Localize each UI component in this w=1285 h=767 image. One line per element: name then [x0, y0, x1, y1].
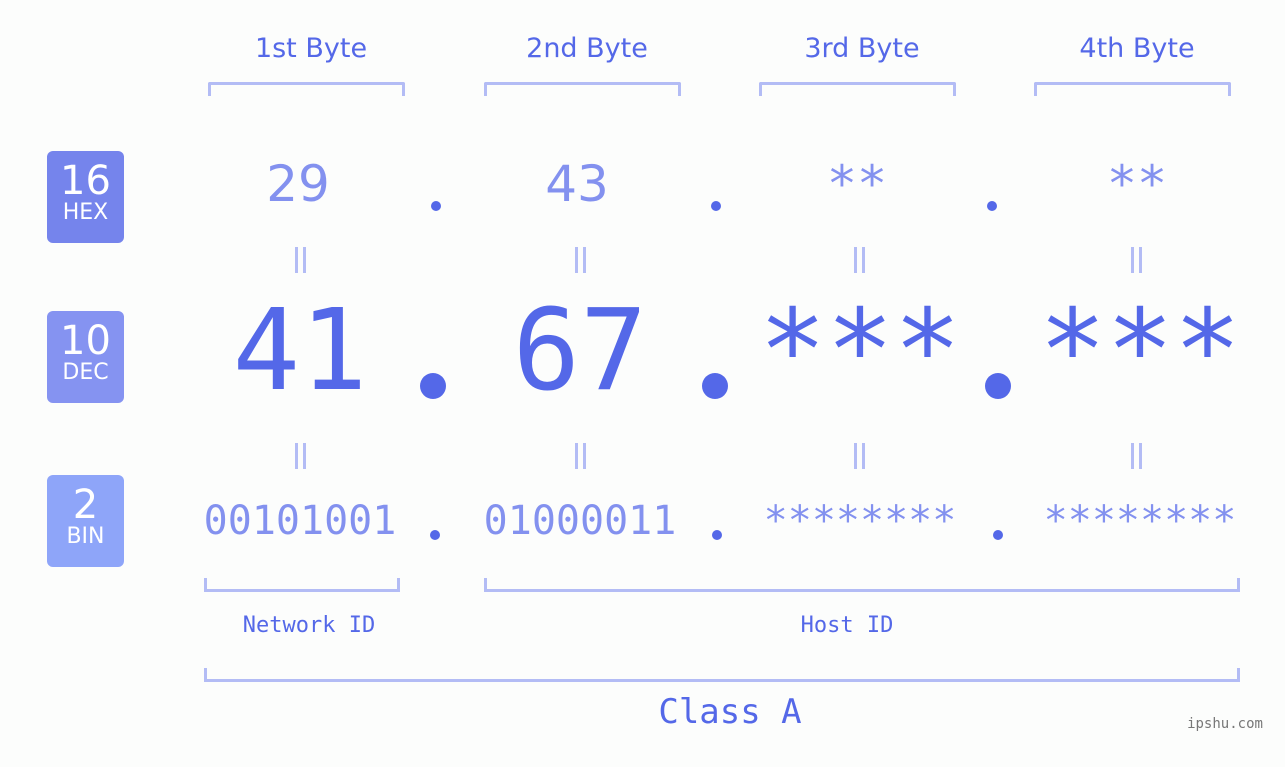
class-bracket: [204, 668, 1240, 682]
bin-value-3: ********: [763, 498, 957, 544]
hex-dot-2: [711, 201, 721, 211]
hex-value-1: 29: [266, 155, 330, 213]
watermark: ipshu.com: [1187, 716, 1263, 732]
hex-dot-1: [431, 201, 441, 211]
equals-icon: [852, 247, 866, 273]
hex-base: 16: [60, 158, 111, 204]
dec-base: 10: [60, 318, 111, 364]
hex-label: HEX: [62, 200, 109, 225]
dec-badge: 10 DEC: [47, 311, 124, 403]
hex-value-3: **: [826, 155, 888, 213]
bin-dot-3: [993, 530, 1003, 540]
dec-value-4: ***: [1038, 286, 1242, 416]
byte-header-3: 3rd Byte: [804, 33, 920, 64]
equals-icon: [1129, 443, 1143, 469]
hex-value-4: **: [1106, 155, 1168, 213]
equals-icon: [293, 443, 307, 469]
bin-badge: 2 BIN: [47, 475, 124, 567]
dec-value-1: 41: [232, 286, 368, 416]
dec-value-2: 67: [512, 286, 648, 416]
dec-label: DEC: [62, 360, 109, 385]
hex-badge: 16 HEX: [47, 151, 124, 243]
byte-header-4: 4th Byte: [1079, 33, 1195, 64]
bin-base: 2: [72, 482, 99, 528]
dec-dot-1: [420, 373, 446, 399]
byte-bracket-2: [484, 82, 681, 96]
byte-header-1: 1st Byte: [254, 33, 368, 64]
host-id-label: Host ID: [800, 613, 894, 638]
dec-dot-3: [985, 373, 1011, 399]
bin-label: BIN: [66, 524, 105, 549]
dec-dot-2: [702, 373, 728, 399]
bin-value-1: 00101001: [203, 498, 397, 544]
byte-bracket-1: [208, 82, 405, 96]
network-id-bracket: [204, 578, 400, 592]
bin-value-2: 01000011: [483, 498, 677, 544]
hex-dot-3: [987, 201, 997, 211]
network-id-label: Network ID: [242, 613, 376, 638]
bin-dot-1: [430, 530, 440, 540]
equals-icon: [573, 443, 587, 469]
equals-icon: [1129, 247, 1143, 273]
byte-bracket-3: [759, 82, 956, 96]
bin-value-4: ********: [1043, 498, 1237, 544]
equals-icon: [573, 247, 587, 273]
equals-icon: [852, 443, 866, 469]
byte-bracket-4: [1034, 82, 1231, 96]
class-label: Class A: [658, 692, 802, 732]
equals-icon: [293, 247, 307, 273]
bin-dot-2: [712, 530, 722, 540]
dec-value-3: ***: [758, 286, 962, 416]
hex-value-2: 43: [545, 155, 609, 213]
host-id-bracket: [484, 578, 1240, 592]
byte-header-2: 2nd Byte: [526, 33, 648, 64]
